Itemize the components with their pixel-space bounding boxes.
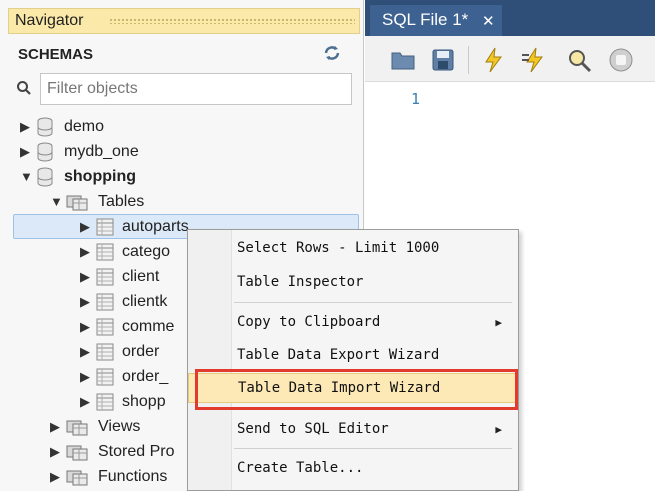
menu-table-inspector[interactable]: Table Inspector [188, 267, 518, 297]
explain-magnifier-icon[interactable] [565, 46, 593, 74]
table-item[interactable]: ▶ client [80, 264, 159, 289]
expand-arrow-icon[interactable]: ▶ [50, 419, 66, 435]
menu-table-data-export-wizard[interactable]: Table Data Export Wizard [188, 340, 518, 370]
open-folder-icon[interactable] [389, 46, 417, 74]
line-number: 1 [411, 90, 421, 108]
schema-label: mydb_one [64, 142, 139, 160]
execute-icon[interactable] [479, 46, 507, 74]
database-icon [37, 167, 53, 187]
navigator-header: Navigator [8, 8, 360, 34]
close-icon[interactable]: ✕ [482, 12, 495, 30]
editor-tab-bar: SQL File 1* ✕ [365, 0, 655, 36]
menu-item-label: Select Rows - Limit 1000 [237, 240, 440, 256]
menu-item-label: Table Inspector [237, 274, 364, 290]
table-label: autoparts [122, 217, 189, 235]
tree-tables[interactable]: ▼ Tables [50, 189, 144, 214]
collapse-arrow-icon[interactable]: ▼ [50, 194, 66, 209]
table-label: shopp [122, 392, 166, 410]
expand-arrow-icon[interactable]: ▶ [80, 244, 96, 260]
tree-label: Tables [98, 192, 145, 210]
folder-icon [66, 445, 88, 460]
table-item[interactable]: ▶ order [80, 339, 159, 364]
expand-arrow-icon[interactable]: ▶ [80, 294, 96, 310]
folder-icon [66, 195, 88, 210]
menu-item-label: Table Data Export Wizard [237, 347, 440, 363]
tree-views[interactable]: ▶ Views [50, 414, 140, 439]
expand-arrow-icon[interactable]: ▶ [80, 219, 96, 235]
table-icon [96, 318, 114, 335]
schema-demo[interactable]: ▶ demo [20, 114, 104, 139]
menu-item-label: Send to SQL Editor [237, 421, 389, 437]
search-icon [17, 81, 31, 95]
expand-arrow-icon[interactable]: ▶ [50, 444, 66, 460]
expand-arrow-icon[interactable]: ▶ [80, 319, 96, 335]
table-icon [96, 218, 114, 235]
expand-arrow-icon[interactable]: ▶ [80, 369, 96, 385]
expand-arrow-icon[interactable]: ▶ [50, 469, 66, 485]
menu-item-label: Create Table... [237, 460, 364, 476]
editor-toolbar [365, 36, 655, 82]
table-label: catego [122, 242, 171, 260]
highlight-callout-box [195, 369, 518, 410]
table-item[interactable]: ▶ catego [80, 239, 170, 264]
database-icon [37, 142, 53, 162]
table-item[interactable]: ▶ clientk [80, 289, 167, 314]
table-item[interactable]: ▶ shopp [80, 389, 166, 414]
table-icon [96, 343, 114, 360]
table-icon [96, 243, 114, 260]
table-label: order [122, 342, 160, 360]
menu-create-table[interactable]: Create Table... [188, 453, 518, 483]
tree-label: Stored Pro [98, 442, 175, 460]
expand-arrow-icon[interactable]: ▶ [80, 269, 96, 285]
table-item[interactable]: ▶ order_ [80, 364, 168, 389]
collapse-arrow-icon[interactable]: ▼ [20, 169, 36, 184]
filter-objects-input[interactable] [40, 73, 352, 105]
header-grip[interactable] [109, 18, 355, 24]
folder-icon [66, 470, 88, 485]
menu-separator [234, 448, 512, 449]
save-icon[interactable] [429, 46, 457, 74]
schema-label: shopping [64, 167, 136, 185]
stop-icon[interactable] [607, 46, 635, 74]
menu-separator [234, 302, 512, 303]
table-icon [96, 268, 114, 285]
tree-label: Functions [98, 467, 168, 485]
execute-current-icon[interactable] [519, 46, 547, 74]
schemas-title: SCHEMAS [18, 46, 94, 63]
menu-copy-to-clipboard[interactable]: Copy to Clipboard ▶ [188, 307, 518, 337]
expand-arrow-icon[interactable]: ▶ [80, 344, 96, 360]
expand-arrow-icon[interactable]: ▶ [20, 119, 36, 135]
schema-shopping[interactable]: ▼ shopping [20, 164, 136, 189]
refresh-icon[interactable] [322, 44, 342, 62]
tree-stored-procedures[interactable]: ▶ Stored Pro [50, 439, 174, 464]
tree-label: Views [98, 417, 141, 435]
context-menu: Select Rows - Limit 1000 Table Inspector… [187, 229, 519, 491]
table-icon [96, 293, 114, 310]
table-label: client [122, 267, 160, 285]
menu-send-to-sql-editor[interactable]: Send to SQL Editor ▶ [188, 414, 518, 444]
expand-arrow-icon[interactable]: ▶ [80, 394, 96, 410]
database-icon [37, 117, 53, 137]
tab-sql-file[interactable]: SQL File 1* ✕ [370, 5, 502, 36]
toolbar-separator [468, 46, 469, 74]
schema-mydb-one[interactable]: ▶ mydb_one [20, 139, 139, 164]
submenu-arrow-icon: ▶ [495, 422, 502, 436]
table-icon [96, 393, 114, 410]
tree-functions[interactable]: ▶ Functions [50, 464, 167, 489]
table-label: clientk [122, 292, 168, 310]
table-item[interactable]: ▶ comme [80, 314, 174, 339]
table-label: order_ [122, 367, 169, 385]
table-label: comme [122, 317, 175, 335]
menu-item-label: Copy to Clipboard [237, 314, 381, 330]
navigator-title: Navigator [15, 12, 84, 29]
submenu-arrow-icon: ▶ [495, 315, 502, 329]
folder-icon [66, 420, 88, 435]
tab-label: SQL File 1* [382, 10, 469, 29]
expand-arrow-icon[interactable]: ▶ [20, 144, 36, 160]
table-icon [96, 368, 114, 385]
menu-select-rows[interactable]: Select Rows - Limit 1000 [188, 233, 518, 263]
schema-label: demo [64, 117, 105, 135]
